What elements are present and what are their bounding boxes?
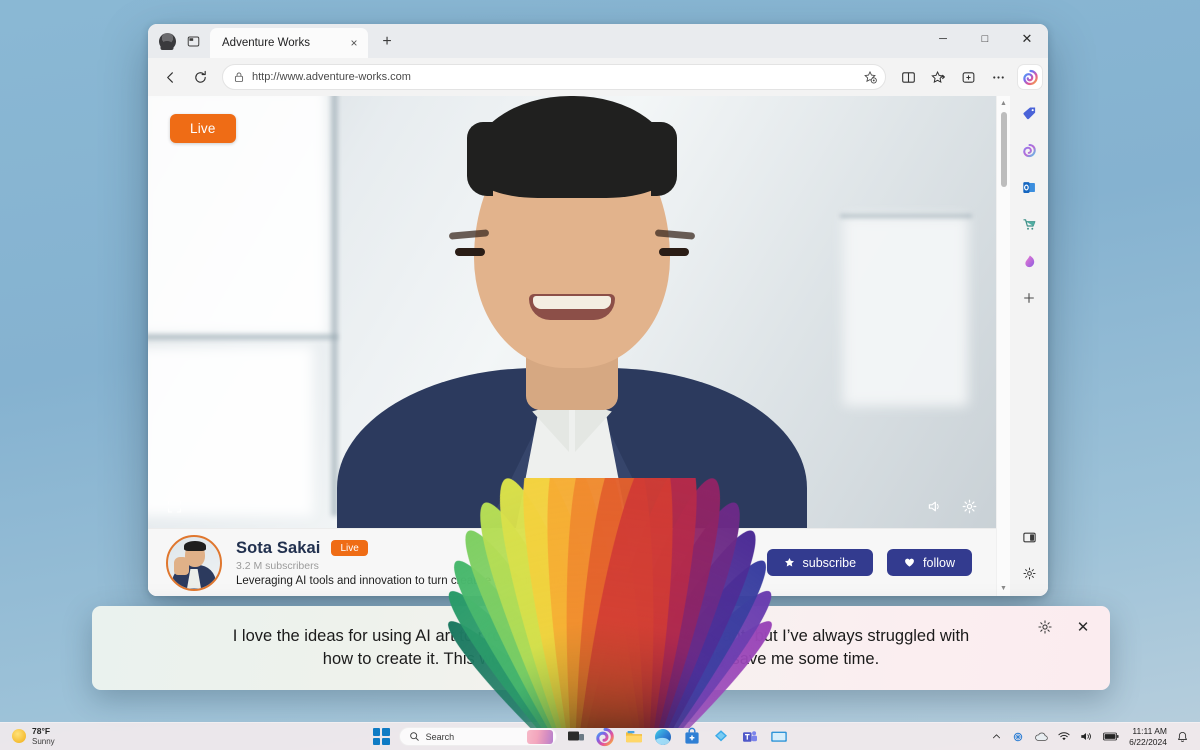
add-favorite-icon[interactable] [863, 70, 877, 84]
copilot-icon[interactable] [1018, 65, 1042, 89]
cart-icon[interactable] [1016, 211, 1042, 237]
copilot-sidebar-icon[interactable] [1016, 137, 1042, 163]
clipchamp-icon[interactable] [1016, 248, 1042, 274]
favorites-star-icon[interactable] [924, 63, 952, 91]
video-subject [337, 96, 807, 528]
new-tab-button[interactable]: + [374, 29, 400, 55]
address-bar[interactable]: http://www.adventure-works.com [222, 64, 886, 90]
collections-icon[interactable] [954, 63, 982, 91]
split-screen-icon[interactable] [894, 63, 922, 91]
browser-titlebar: Adventure Works × + ─ □ ✕ [148, 24, 1048, 58]
caption-actions: ✕ [1034, 616, 1094, 638]
sidebar-settings-gear-icon[interactable] [1016, 560, 1042, 586]
taskbar-search-box[interactable]: Search [398, 727, 557, 746]
store-icon[interactable] [682, 727, 702, 747]
edge-sidebar [1010, 96, 1048, 596]
window-controls: ─ □ ✕ [922, 24, 1048, 58]
subscribe-button[interactable]: subscribe [766, 549, 874, 576]
tray-circle-icon[interactable] [1012, 731, 1024, 743]
follow-button[interactable]: follow [887, 549, 972, 576]
tab-title: Adventure Works [222, 37, 310, 49]
search-placeholder: Search [425, 731, 455, 742]
minimize-button[interactable]: ─ [922, 24, 964, 54]
caption-settings-gear-icon[interactable] [1034, 616, 1056, 638]
outlook-icon[interactable] [1016, 174, 1042, 200]
site-info-lock-icon[interactable] [233, 71, 245, 83]
back-arrow-icon[interactable] [156, 63, 184, 91]
weather-condition: Sunny [32, 736, 55, 746]
live-badge: Live [170, 114, 236, 143]
maximize-button[interactable]: □ [964, 24, 1006, 54]
wifi-icon[interactable] [1058, 731, 1070, 742]
scroll-up-arrow-icon[interactable]: ▲ [997, 97, 1010, 110]
live-video-player[interactable]: Live [148, 96, 996, 528]
file-explorer-icon[interactable] [624, 727, 644, 747]
speaker-icon[interactable] [1080, 731, 1093, 742]
browser-navbar: http://www.adventure-works.com [148, 58, 1048, 96]
close-button[interactable]: ✕ [1006, 24, 1048, 54]
taskbar-weather-widget[interactable]: 78°F Sunny [0, 726, 170, 746]
tab-actions-icon[interactable] [180, 28, 206, 54]
subscribe-label: subscribe [802, 555, 857, 570]
sun-icon [12, 729, 26, 744]
browser-tab[interactable]: Adventure Works × [210, 28, 368, 58]
system-tray: 11:11 AM 6/22/2024 [991, 726, 1200, 747]
add-sidebar-icon[interactable] [1016, 285, 1042, 311]
more-settings-icon[interactable] [984, 63, 1012, 91]
weather-temperature: 78°F [32, 726, 51, 737]
taskbar-clock[interactable]: 11:11 AM 6/22/2024 [1129, 726, 1167, 746]
address-bar-url[interactable]: http://www.adventure-works.com [252, 71, 856, 83]
scrollbar-thumb[interactable] [1001, 112, 1007, 187]
clock-time: 11:11 AM [1132, 726, 1167, 737]
profile-avatar-icon[interactable] [154, 28, 180, 54]
creator-avatar[interactable] [166, 534, 222, 591]
creator-name: Sota Sakai [236, 538, 321, 557]
shopping-tag-icon[interactable] [1016, 100, 1042, 126]
search-icon [409, 731, 420, 742]
onedrive-cloud-icon[interactable] [1034, 731, 1048, 742]
desktop: Adventure Works × + ─ □ ✕ http://www.adv… [0, 0, 1200, 750]
scroll-down-arrow-icon[interactable]: ▼ [997, 582, 1010, 595]
sidebar-pane-toggle-icon[interactable] [1016, 524, 1042, 550]
active-window-icon[interactable] [769, 727, 789, 750]
fullscreen-icon[interactable] [166, 498, 183, 515]
heart-icon [904, 557, 915, 568]
creator-live-badge: Live [331, 540, 368, 556]
show-hidden-icons-chevron[interactable] [991, 731, 1002, 742]
edge-icon[interactable] [653, 727, 673, 747]
volume-icon[interactable] [926, 498, 943, 515]
teams-icon[interactable] [740, 727, 760, 747]
page-scrollbar[interactable]: ▲ ▼ [996, 96, 1010, 596]
onedrive-app-icon[interactable] [711, 727, 731, 747]
task-view-icon[interactable] [566, 727, 586, 747]
clock-date: 6/22/2024 [1129, 736, 1167, 747]
start-button[interactable] [372, 728, 390, 745]
refresh-icon[interactable] [186, 63, 214, 91]
taskbar-center: Search [170, 727, 991, 750]
player-settings-gear-icon[interactable] [961, 498, 978, 515]
notification-bell-icon[interactable] [1177, 731, 1188, 743]
creator-actions: subscribe follow [766, 549, 972, 576]
copilot-taskbar-icon[interactable] [595, 727, 615, 747]
caption-close-icon[interactable]: ✕ [1072, 616, 1094, 638]
tab-close-icon[interactable]: × [346, 35, 362, 51]
star-icon [784, 557, 795, 568]
battery-icon[interactable] [1103, 732, 1119, 741]
follow-label: follow [923, 555, 955, 570]
search-highlight-thumbnail[interactable] [526, 729, 553, 744]
